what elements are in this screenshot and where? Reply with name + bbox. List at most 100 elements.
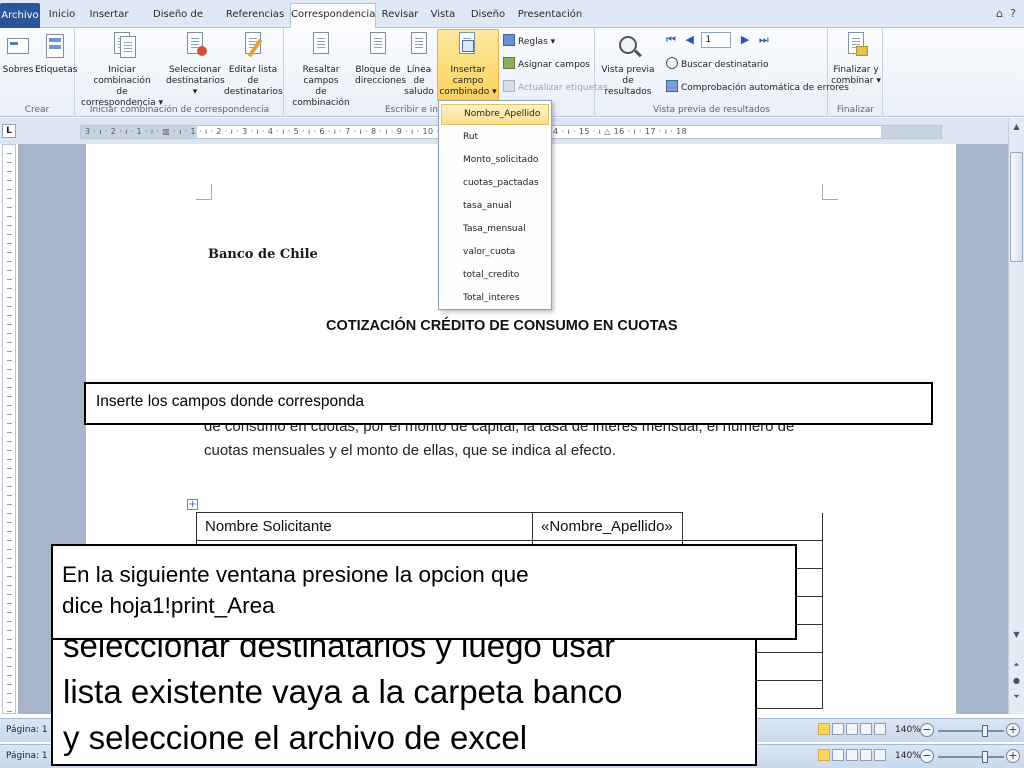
menu-item-field[interactable]: total_credito (441, 265, 549, 286)
instruction-callout-front: En la siguiente ventana presione la opci… (51, 544, 797, 640)
preview-results-icon (614, 32, 642, 62)
document-title: COTIZACIÓN CRÉDITO DE CONSUMO EN CUOTAS (326, 318, 678, 334)
editar-lista-button[interactable]: Editar lista de destinatarios (224, 30, 283, 98)
greeting-line-icon (405, 32, 433, 62)
zoom-slider-knob[interactable] (982, 725, 988, 737)
vertical-scrollbar[interactable]: ▲ ▼ ⏶ ● ⏷ (1008, 118, 1024, 714)
insertar-campo-combinado-button[interactable]: Insertar campo combinado ▾ (437, 29, 499, 101)
minimize-ribbon-icon[interactable]: ⌂ (996, 7, 1003, 20)
tab-revisar[interactable]: Revisar (378, 4, 422, 27)
zoom-level[interactable]: 140% (895, 751, 921, 761)
draft-icon[interactable] (874, 749, 886, 761)
table-move-handle[interactable]: + (187, 499, 198, 510)
next-page-icon[interactable]: ⏷ (1010, 690, 1023, 704)
tab-inicio[interactable]: Inicio (42, 4, 82, 27)
tab-vista[interactable]: Vista (424, 4, 462, 27)
print-layout-icon[interactable] (818, 749, 830, 761)
tab-insertar[interactable]: Insertar (84, 4, 134, 27)
seleccionar-destinatarios-button[interactable]: Seleccionar destinatarios ▾ (166, 30, 225, 98)
group-iniciar-combinacion: Iniciar combinación de correspondencia ▾… (76, 28, 284, 117)
table-row: Nombre Solicitante «Nombre_Apellido» (196, 512, 823, 541)
web-layout-icon[interactable] (846, 723, 858, 735)
outline-icon[interactable] (860, 749, 872, 761)
group-finalizar: Finalizar y combinar ▾ Finalizar (829, 28, 883, 117)
tab-selector-button[interactable]: L (2, 124, 16, 138)
full-screen-icon[interactable] (832, 723, 844, 735)
scroll-up-icon[interactable]: ▲ (1010, 120, 1023, 134)
finish-merge-icon (842, 32, 870, 62)
full-screen-icon[interactable] (832, 749, 844, 761)
window-controls: ⌂ ? (996, 7, 1016, 20)
edit-list-icon (239, 32, 267, 62)
rules-icon (503, 34, 515, 46)
find-recipient-icon (666, 57, 678, 69)
reglas-button[interactable]: Reglas ▾ (503, 34, 555, 49)
menu-item-field[interactable]: Nombre_Apellido (441, 104, 549, 125)
tab-diseno-de-pagina[interactable]: Diseño de página (136, 4, 220, 42)
table-cell-label[interactable]: Nombre Solicitante (196, 512, 533, 541)
tab-correspondencia[interactable]: Correspondencia (290, 3, 376, 28)
sobres-button[interactable]: Sobres (2, 30, 34, 76)
document-merge-icon (108, 32, 136, 62)
view-buttons (818, 749, 890, 765)
first-record-icon[interactable]: ⏮ (666, 33, 676, 46)
body-text-line: cuotas mensuales y el monto de ellas, qu… (204, 442, 616, 459)
callout-line: En la siguiente ventana presione la opci… (62, 562, 529, 587)
record-number-input[interactable]: 1 (701, 32, 732, 48)
scroll-thumb[interactable] (1010, 152, 1023, 262)
tab-presentacion[interactable]: Presentación (514, 4, 586, 27)
menu-item-field[interactable]: valor_cuota (441, 242, 549, 263)
ruler-numbers: 3 · ı · 2 · ı · 1 · ı · ▥ · ı · 1 · ı · … (85, 127, 688, 136)
vista-previa-button[interactable]: Vista previa de resultados (598, 30, 658, 98)
menu-item-field[interactable]: Tasa_mensual (441, 219, 549, 240)
linea-saludo-button[interactable]: Línea de saludo (401, 30, 437, 98)
finalizar-combinar-button[interactable]: Finalizar y combinar ▾ (831, 30, 881, 87)
web-layout-icon[interactable] (846, 749, 858, 761)
zoom-in-icon[interactable]: + (1006, 723, 1020, 737)
vertical-ruler[interactable] (2, 144, 16, 714)
zoom-out-icon[interactable]: − (920, 723, 934, 737)
menu-item-field[interactable]: cuotas_pactadas (441, 173, 549, 194)
asignar-campos-button[interactable]: Asignar campos (503, 57, 590, 72)
browse-object-icon[interactable]: ● (1010, 674, 1023, 688)
bank-logo: Banco de Chile (208, 247, 318, 262)
group-vista-previa: Vista previa de resultados ⏮ ◀ 1 ▶ ⏭ Bus… (596, 28, 849, 117)
instruction-callout-top: Inserte los campos donde corresponda (84, 382, 933, 425)
print-layout-icon[interactable] (818, 723, 830, 735)
zoom-slider[interactable] (938, 725, 1004, 737)
next-record-icon[interactable]: ▶ (741, 33, 749, 46)
outline-icon[interactable] (860, 723, 872, 735)
zoom-out-icon[interactable]: − (920, 749, 934, 763)
zoom-slider-knob[interactable] (982, 751, 988, 763)
bloque-direcciones-button[interactable]: Bloque de direcciones (355, 30, 406, 87)
last-record-icon[interactable]: ⏭ (759, 33, 769, 46)
merge-field-dropdown: Nombre_Apellido Rut Monto_solicitado cuo… (438, 100, 552, 310)
menu-item-field[interactable]: Rut (441, 127, 549, 148)
match-fields-icon (503, 57, 515, 69)
menu-item-field[interactable]: Monto_solicitado (441, 150, 549, 171)
help-icon[interactable]: ? (1010, 7, 1016, 20)
menu-item-field[interactable]: tasa_anual (441, 196, 549, 217)
previous-record-icon[interactable]: ◀ (685, 33, 693, 46)
resaltar-campos-button[interactable]: Resaltar campos de combinación (287, 30, 355, 109)
iniciar-combinacion-button[interactable]: Iniciar combinación de correspondencia ▾ (80, 30, 164, 109)
tab-diseno[interactable]: Diseño (464, 4, 512, 27)
comprobacion-errores-button[interactable]: Comprobación automática de errores (666, 80, 849, 95)
draft-icon[interactable] (874, 723, 886, 735)
highlight-fields-icon (307, 32, 335, 62)
zoom-in-icon[interactable]: + (1006, 749, 1020, 763)
check-errors-icon (666, 80, 678, 92)
tab-archivo[interactable]: Archivo (0, 3, 40, 28)
actualizar-etiquetas-button[interactable]: Actualizar etiquetas (503, 80, 608, 95)
menu-item-field[interactable]: Total_interes (441, 288, 549, 309)
record-navigation: ⏮ ◀ 1 ▶ ⏭ (666, 32, 769, 48)
scroll-down-icon[interactable]: ▼ (1010, 628, 1023, 642)
zoom-slider[interactable] (938, 751, 1004, 763)
tab-referencias[interactable]: Referencias (222, 4, 288, 27)
table-cell-merge-field[interactable]: «Nombre_Apellido» (532, 512, 683, 541)
buscar-destinatario-button[interactable]: Buscar destinatario (666, 57, 769, 72)
zoom-level[interactable]: 140% (895, 725, 921, 735)
previous-page-icon[interactable]: ⏶ (1010, 658, 1023, 672)
table-cell-empty[interactable] (682, 512, 823, 541)
etiquetas-button[interactable]: Etiquetas (35, 30, 77, 76)
